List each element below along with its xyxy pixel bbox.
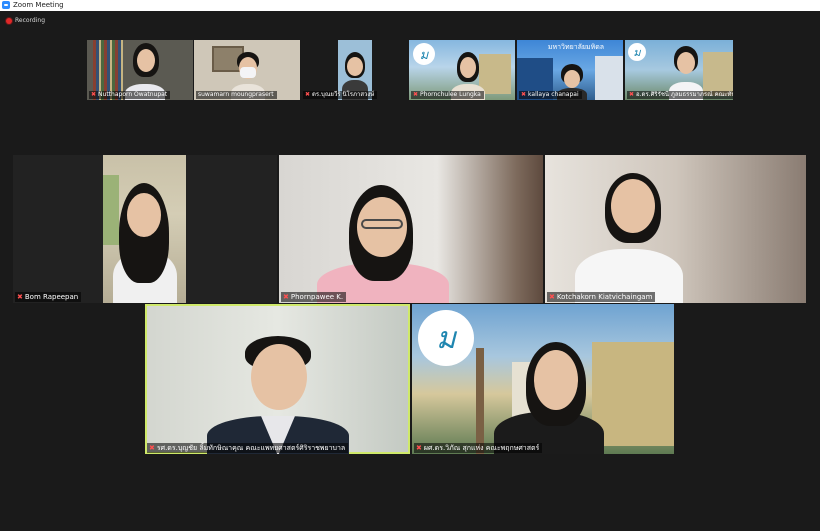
participant-name: Kotchakorn Kiatvichaingam xyxy=(556,293,653,301)
university-logo: ม xyxy=(413,43,435,65)
background-building xyxy=(479,54,511,94)
participant-name: Phornchulee Lungka xyxy=(420,91,481,98)
participant-name: ผศ.ดร.วิภัณ สุกแห่ง คณะพฤกษศาสตร์ xyxy=(423,444,540,452)
mic-muted-icon: ✖ xyxy=(521,91,527,98)
participant-name-tag: ✖ Bom Rapeepan xyxy=(15,292,82,302)
mic-muted-icon: ✖ xyxy=(549,293,555,301)
university-banner: มหาวิทยาลัยมหิดล xyxy=(547,43,605,51)
window-title: Zoom Meeting xyxy=(13,1,64,9)
participant-name: Bom Rapeepan xyxy=(24,293,79,301)
participant-name: kallaya chanapai xyxy=(528,91,579,98)
participant-name: suwamarn moungprasert xyxy=(198,91,274,98)
mic-muted-icon: ✖ xyxy=(629,91,635,98)
video-tile-participant-3[interactable]: ✖ ดร.บุณยวีร์ นิโรภาสวงษ์ xyxy=(301,40,407,100)
mic-muted-icon: ✖ xyxy=(17,293,23,301)
participant-name-tag: ✖ อ.ดร.ศิริรัชนี ภูลมธรรมาภรณ์ คณะทันตแพ… xyxy=(627,91,733,99)
mic-muted-icon: ✖ xyxy=(149,444,155,452)
participant-name: Nutthaporn Owatnupat xyxy=(98,91,168,98)
participant-name-tag: ✖ รศ.ดร.บุญชัย ลิ้มทักษิณาคุณ คณะแพทยศาส… xyxy=(147,443,349,453)
eyeglasses xyxy=(361,219,403,229)
participant-name-tag: ✖ ผศ.ดร.วิภัณ สุกแห่ง คณะพฤกษศาสตร์ xyxy=(414,443,543,453)
participant-name-tag: suwamarn moungprasert xyxy=(196,91,277,99)
record-dot-icon xyxy=(6,18,12,24)
university-logo: ม xyxy=(418,310,474,366)
window-titlebar: Zoom Meeting xyxy=(0,0,820,11)
mic-muted-icon: ✖ xyxy=(305,91,311,98)
video-tile-participant-4[interactable]: ม ✖ Phornchulee Lungka xyxy=(409,40,515,100)
video-tile-participant-5[interactable]: มหาวิทยาลัยมหิดล ✖ kallaya chanapai xyxy=(517,40,623,100)
video-tile-participant-7[interactable]: ✖ Bom Rapeepan xyxy=(13,155,277,303)
face-mask xyxy=(240,67,256,78)
recording-indicator[interactable]: Recording xyxy=(6,16,45,26)
participant-name-tag: ✖ ดร.บุณยวีร์ นิโรภาสวงษ์ xyxy=(303,91,378,99)
background-building-2 xyxy=(595,56,623,100)
mic-muted-icon: ✖ xyxy=(413,91,419,98)
palm-tree xyxy=(476,348,484,454)
zoom-app-icon xyxy=(2,1,10,9)
mic-muted-icon: ✖ xyxy=(283,293,289,301)
participant-name-tag: ✖ Kotchakorn Kiatvichaingam xyxy=(547,292,656,302)
participant-name: Phornpawee K. xyxy=(290,293,344,301)
video-tile-participant-9[interactable]: ✖ Kotchakorn Kiatvichaingam xyxy=(545,155,806,303)
participant-name-tag: ✖ Phornpawee K. xyxy=(281,292,347,302)
mic-muted-icon: ✖ xyxy=(416,444,422,452)
window-plant xyxy=(103,175,119,245)
participant-name: รศ.ดร.บุญชัย ลิ้มทักษิณาคุณ คณะแพทยศาสตร… xyxy=(156,444,346,452)
recording-label: Recording xyxy=(15,17,46,24)
video-tile-participant-2[interactable]: suwamarn moungprasert xyxy=(194,40,300,100)
participant-name: อ.ดร.ศิริรัชนี ภูลมธรรมาภรณ์ คณะทันตแพทย… xyxy=(636,91,733,98)
mic-muted-icon: ✖ xyxy=(91,91,97,98)
university-logo: ม xyxy=(628,43,646,61)
background-building xyxy=(703,52,733,96)
video-tile-participant-6[interactable]: ม ✖ อ.ดร.ศิริรัชนี ภูลมธรรมาภรณ์ คณะทันต… xyxy=(625,40,733,100)
video-tile-participant-11[interactable]: ม ✖ ผศ.ดร.วิภัณ สุกแห่ง คณะพฤกษศาสตร์ xyxy=(412,304,674,454)
participant-name-tag: ✖ Nutthaporn Owatnupat xyxy=(89,91,171,99)
video-tile-participant-8[interactable]: ✖ Phornpawee K. xyxy=(279,155,543,303)
participant-name: ดร.บุณยวีร์ นิโรภาสวงษ์ xyxy=(312,91,375,98)
background-building xyxy=(592,342,674,446)
video-feed xyxy=(103,155,186,303)
participant-name-tag: ✖ Phornchulee Lungka xyxy=(411,91,484,99)
video-tile-participant-1[interactable]: ✖ Nutthaporn Owatnupat xyxy=(87,40,193,100)
video-tile-active-speaker[interactable]: ✖ รศ.ดร.บุญชัย ลิ้มทักษิณาคุณ คณะแพทยศาส… xyxy=(145,304,410,454)
participant-name-tag: ✖ kallaya chanapai xyxy=(519,91,582,99)
